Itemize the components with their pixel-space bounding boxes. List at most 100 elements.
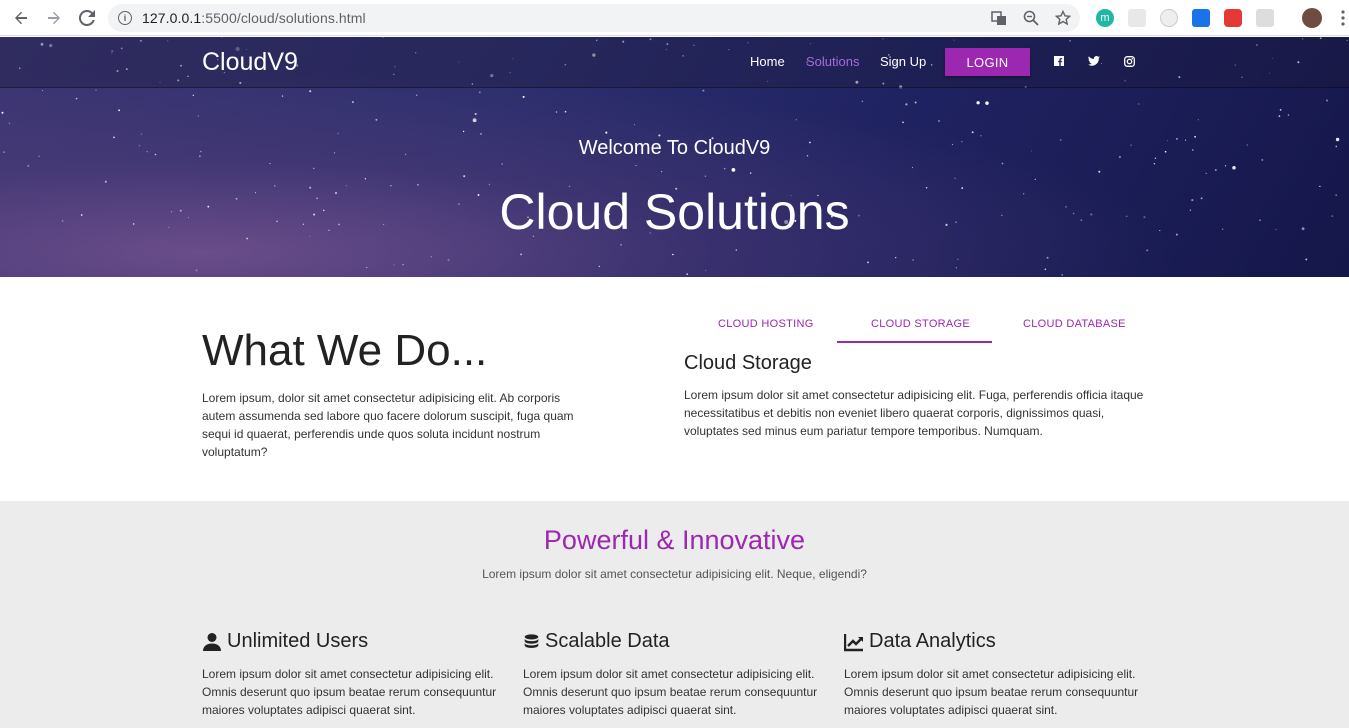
star [197, 115, 200, 117]
star [1326, 99, 1328, 102]
forward-icon[interactable] [43, 7, 65, 29]
star [902, 121, 904, 124]
star [522, 95, 525, 98]
top-navbar: CloudV9 Home Solutions Sign Up LOGIN [0, 37, 1349, 88]
star [41, 90, 43, 92]
star [140, 133, 143, 135]
database-icon [524, 633, 539, 648]
zoom-icon[interactable] [1022, 9, 1040, 27]
star [1224, 165, 1227, 167]
star [366, 266, 368, 269]
feature-text-data: Lorem ipsum dolor sit amet consectetur a… [523, 667, 818, 717]
star [867, 261, 869, 264]
tab-pane-title: Cloud Storage [684, 352, 812, 374]
hero-section: CloudV9 Home Solutions Sign Up LOGIN Wel… [0, 37, 1349, 277]
back-icon[interactable] [10, 7, 32, 29]
star [364, 178, 367, 180]
star [1044, 268, 1047, 271]
star [702, 89, 705, 92]
extension-cast-icon[interactable] [1256, 9, 1274, 27]
star [313, 167, 315, 169]
tab-cloud-storage[interactable]: CLOUD STORAGE [871, 318, 970, 330]
star [731, 168, 736, 172]
star [976, 101, 980, 105]
star [749, 172, 752, 174]
star [463, 175, 466, 178]
star [75, 97, 78, 100]
star [905, 103, 908, 106]
star [957, 258, 959, 260]
brand-logo[interactable]: CloudV9 [202, 48, 298, 77]
feature-text-analytics: Lorem ipsum dolor sit amet consectetur a… [844, 667, 1139, 717]
star [393, 264, 395, 266]
star [555, 111, 558, 113]
star [635, 164, 637, 167]
star [1197, 119, 1199, 121]
bookmark-star-icon[interactable] [1054, 9, 1072, 27]
star [985, 101, 989, 105]
star [1046, 256, 1049, 259]
powerful-title: Powerful & Innovative [543, 525, 806, 555]
address-bar[interactable]: i 127.0.0.1:5500/cloud/solutions.html [108, 4, 1080, 32]
star [281, 95, 284, 97]
star [520, 253, 523, 256]
twitter-icon[interactable] [1088, 55, 1100, 67]
extension-clock-icon[interactable] [1160, 9, 1178, 27]
instagram-icon[interactable] [1123, 55, 1135, 67]
star [1098, 170, 1101, 173]
what-we-do-section: What We Do... Lorem ipsum, dolor sit ame… [0, 277, 1349, 501]
login-button[interactable]: LOGIN [945, 48, 1030, 76]
star [954, 177, 956, 179]
extension-shield-icon[interactable] [1224, 9, 1242, 27]
star [195, 269, 198, 272]
star [955, 267, 957, 269]
star [478, 91, 481, 94]
star [1205, 172, 1207, 174]
star [1061, 274, 1063, 276]
extension-grid-icon[interactable] [1128, 9, 1146, 27]
star [1034, 178, 1036, 181]
star [337, 132, 339, 135]
star [861, 100, 863, 102]
star [351, 101, 354, 104]
star [1138, 103, 1140, 105]
star [192, 94, 194, 96]
nav-solutions[interactable]: Solutions [806, 54, 859, 69]
star [95, 89, 97, 92]
info-icon[interactable]: i [118, 11, 132, 25]
star [474, 112, 477, 116]
star [1305, 258, 1308, 261]
star [620, 244, 622, 246]
star [912, 259, 915, 261]
feature-title-data: Scalable Data [523, 630, 670, 653]
nav-signup[interactable]: Sign Up [880, 54, 926, 69]
translate-icon[interactable] [990, 9, 1008, 27]
star [1279, 109, 1282, 111]
star [1153, 163, 1156, 165]
extension-m-icon[interactable]: m [1096, 9, 1114, 27]
tab-cloud-database[interactable]: CLOUD DATABASE [1023, 318, 1126, 330]
star [375, 118, 378, 121]
powerful-subtitle: Lorem ipsum dolor sit amet consectetur a… [482, 567, 867, 581]
facebook-icon[interactable] [1053, 55, 1065, 67]
reload-icon[interactable] [76, 7, 98, 29]
star [795, 119, 797, 121]
profile-avatar[interactable] [1302, 8, 1322, 28]
tab-cloud-hosting[interactable]: CLOUD HOSTING [718, 318, 814, 330]
nav-home[interactable]: Home [750, 54, 785, 69]
star [723, 167, 726, 170]
star [1214, 169, 1217, 171]
tab-pane-text: Lorem ipsum dolor sit amet consectetur a… [684, 388, 1144, 438]
star [118, 109, 120, 112]
star [269, 163, 271, 165]
star [686, 273, 688, 275]
what-we-do-title: What We Do... [202, 326, 488, 375]
extension-blue-icon[interactable] [1192, 9, 1210, 27]
menu-kebab-icon[interactable] [1334, 9, 1349, 27]
star [1, 111, 4, 114]
star [660, 170, 663, 173]
star [735, 249, 738, 251]
feature-text-users: Lorem ipsum dolor sit amet consectetur a… [202, 667, 497, 717]
feature-title-analytics: Data Analytics [844, 630, 996, 653]
star [1232, 166, 1236, 170]
